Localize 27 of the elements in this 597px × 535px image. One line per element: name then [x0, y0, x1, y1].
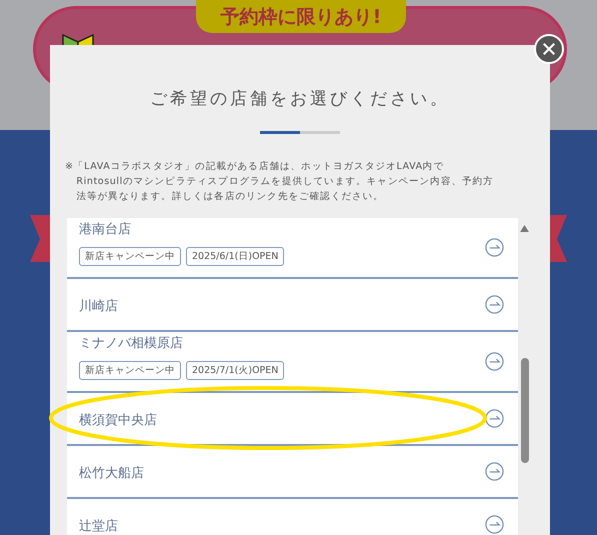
modal-title: ご希望の店舗をお選びください。 [149, 88, 451, 110]
arrow-circle-icon [485, 515, 504, 534]
arrow-circle-icon [485, 238, 504, 257]
arrow-circle-icon [485, 295, 504, 314]
store-name: 松竹大船店 [79, 464, 145, 482]
close-icon [542, 42, 556, 56]
store-name: 川崎店 [79, 298, 119, 314]
scrollbar-thumb[interactable] [521, 358, 529, 463]
limited-slots-badge: 予約枠に限りあり! [196, 0, 406, 33]
store-name: 港南台店 [79, 221, 132, 238]
store-row[interactable]: ミナノバ相模原店 新店キャンペーン中 2025/7/1(火)OPEN [67, 332, 518, 393]
store-tag: 2025/6/1(日)OPEN [186, 247, 284, 266]
store-tag: 新店キャンペーン中 [79, 247, 181, 266]
store-row[interactable]: 港南台店 新店キャンペーン中 2025/6/1(日)OPEN [67, 218, 518, 279]
note-text: ※「LAVAコラボスタジオ」の記載がある店舗は、ホットヨガスタジオLAVA内で Rintosullのマシンピラティスプログラムを提供しています。キャンペーン内容、予約方 法等が異なります。詳しくは各店のリンク先をご確認ください。 [65, 160, 495, 204]
store-row[interactable]: 川崎店 [67, 279, 518, 332]
store-tag: 2025/7/1(火)OPEN [186, 361, 284, 380]
leaf-icon [61, 33, 95, 45]
arrow-circle-icon [485, 409, 504, 428]
store-tag: 新店キャンペーン中 [79, 361, 181, 380]
arrow-circle-icon [485, 352, 504, 371]
arrow-circle-icon [485, 462, 504, 481]
store-name: 横須賀中央店 [79, 412, 158, 428]
store-name: ミナノバ相模原店 [79, 335, 184, 352]
store-name: 辻堂店 [79, 518, 119, 534]
store-row[interactable]: 松竹大船店 [67, 446, 518, 499]
scroll-up-icon[interactable] [520, 225, 529, 232]
